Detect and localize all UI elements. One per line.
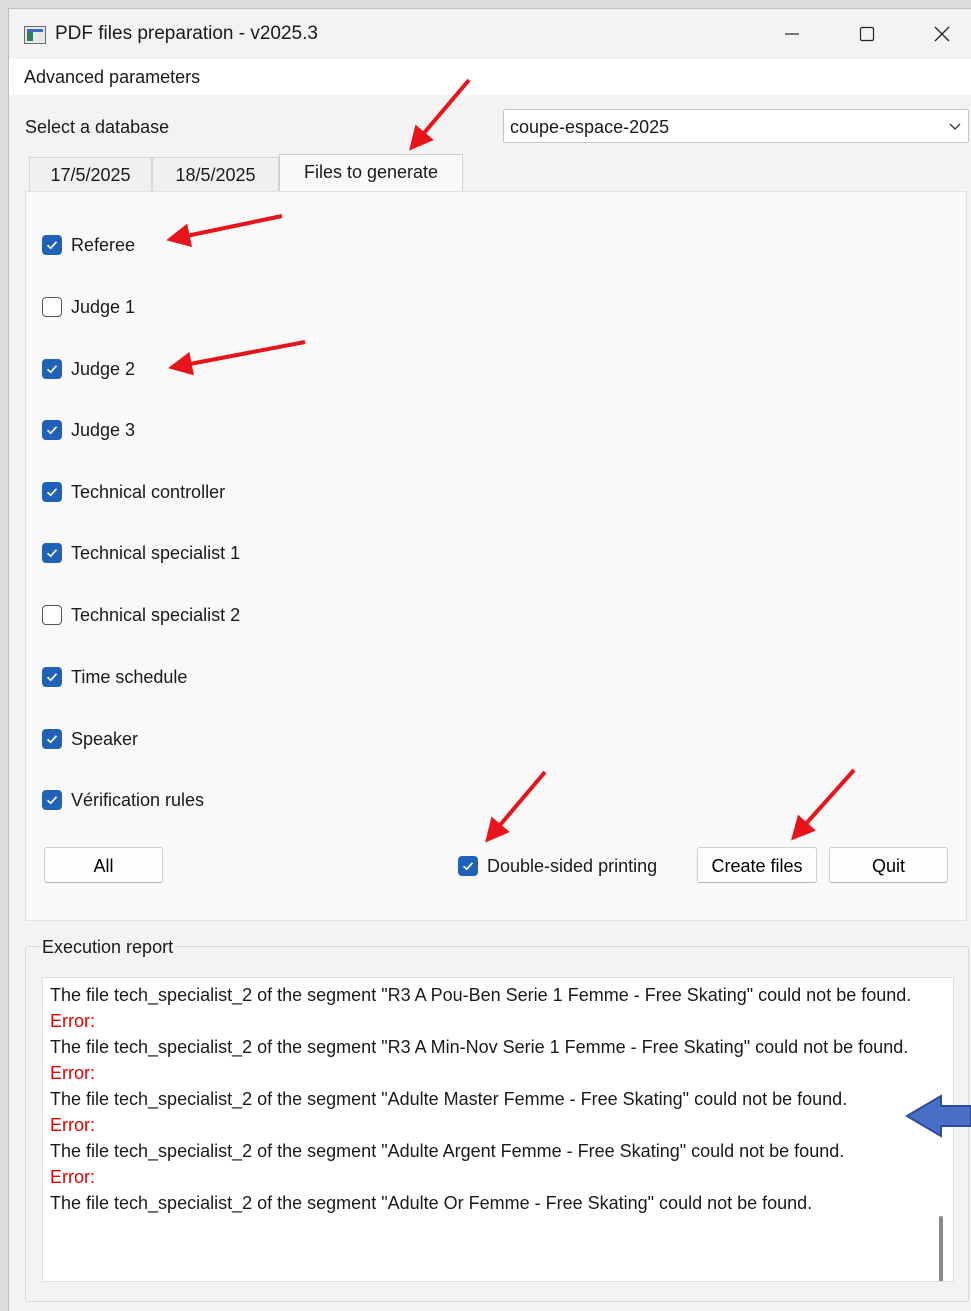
report-error-label: Error: bbox=[50, 1115, 95, 1135]
checkbox-checked-icon bbox=[42, 543, 62, 563]
checkbox-label: Speaker bbox=[71, 728, 139, 749]
report-line: The file tech_specialist_2 of the segmen… bbox=[50, 1037, 909, 1057]
menu-advanced-parameters[interactable]: Advanced parameters bbox=[24, 67, 200, 88]
checkbox-label: Judge 2 bbox=[71, 358, 136, 379]
checkbox-judge-2[interactable]: Judge 2 bbox=[42, 355, 135, 383]
report-error-label: Error: bbox=[50, 1011, 95, 1031]
checkbox-label: Judge 3 bbox=[71, 419, 136, 440]
minimize-button[interactable] bbox=[756, 9, 828, 59]
app-icon bbox=[24, 26, 46, 44]
checkbox-unchecked-icon bbox=[42, 297, 62, 317]
checkbox-checked-icon bbox=[42, 790, 62, 810]
checkbox-label: Referee bbox=[71, 234, 136, 255]
tab-17-5-2025[interactable]: 17/5/2025 bbox=[29, 157, 152, 192]
checkbox-referee[interactable]: Referee bbox=[42, 231, 135, 259]
checkbox-label: Technical specialist 1 bbox=[71, 542, 241, 563]
report-line: The file tech_specialist_2 of the segmen… bbox=[50, 1089, 848, 1109]
minimize-icon bbox=[785, 33, 799, 35]
checkbox-unchecked-icon bbox=[42, 605, 62, 625]
checkbox-verification-rules[interactable]: Vérification rules bbox=[42, 786, 204, 814]
checkbox-checked-icon bbox=[42, 359, 62, 379]
checkbox-checked-icon bbox=[458, 856, 478, 876]
title-bar[interactable]: PDF files preparation - v2025.3 bbox=[9, 9, 971, 59]
checkbox-label: Vérification rules bbox=[71, 789, 205, 810]
execution-report-title: Execution report bbox=[40, 937, 176, 958]
checkbox-checked-icon bbox=[42, 235, 62, 255]
quit-button[interactable]: Quit bbox=[829, 847, 948, 883]
tab-18-5-2025[interactable]: 18/5/2025 bbox=[152, 157, 279, 192]
create-files-button[interactable]: Create files bbox=[697, 847, 817, 883]
all-button[interactable]: All bbox=[44, 847, 163, 883]
files-panel: Referee Judge 1 Judge 2 Judge 3 Technica… bbox=[25, 191, 967, 921]
execution-report-log[interactable]: The file tech_specialist_2 of the segmen… bbox=[42, 977, 954, 1282]
app-window: PDF files preparation - v2025.3 Advanced… bbox=[8, 8, 971, 1311]
checkbox-checked-icon bbox=[42, 420, 62, 440]
window-title: PDF files preparation - v2025.3 bbox=[55, 23, 318, 44]
report-text: The file tech_specialist_2 of the segmen… bbox=[50, 982, 920, 1216]
menu-bar: Advanced parameters bbox=[9, 59, 971, 95]
close-button[interactable] bbox=[906, 9, 971, 59]
report-line: The file tech_specialist_2 of the segmen… bbox=[50, 1193, 813, 1213]
checkbox-label: Judge 1 bbox=[71, 296, 136, 317]
report-error-label: Error: bbox=[50, 1063, 95, 1083]
tab-files-to-generate[interactable]: Files to generate bbox=[279, 154, 463, 192]
checkbox-speaker[interactable]: Speaker bbox=[42, 725, 138, 753]
execution-report-group: Execution report The file tech_specialis… bbox=[25, 937, 969, 1302]
report-line: The file tech_specialist_2 of the segmen… bbox=[50, 1141, 845, 1161]
checkbox-double-sided-printing[interactable]: Double-sided printing bbox=[458, 852, 657, 880]
maximize-icon bbox=[859, 26, 875, 42]
database-select-value: coupe-espace-2025 bbox=[510, 117, 670, 137]
checkbox-label: Double-sided printing bbox=[487, 855, 658, 876]
checkbox-label: Technical controller bbox=[71, 481, 226, 502]
report-line: The file tech_specialist_2 of the segmen… bbox=[50, 985, 912, 1005]
maximize-button[interactable] bbox=[831, 9, 903, 59]
checkbox-judge-1[interactable]: Judge 1 bbox=[42, 293, 135, 321]
checkbox-judge-3[interactable]: Judge 3 bbox=[42, 416, 135, 444]
close-icon bbox=[934, 26, 950, 42]
report-scrollbar[interactable] bbox=[939, 1216, 943, 1281]
checkbox-checked-icon bbox=[42, 482, 62, 502]
checkbox-technical-controller[interactable]: Technical controller bbox=[42, 478, 225, 506]
checkbox-checked-icon bbox=[42, 729, 62, 749]
database-label: Select a database bbox=[25, 117, 170, 137]
database-select[interactable]: coupe-espace-2025 bbox=[503, 109, 969, 143]
checkbox-label: Technical specialist 2 bbox=[71, 604, 241, 625]
chevron-down-icon bbox=[949, 123, 961, 130]
checkbox-time-schedule[interactable]: Time schedule bbox=[42, 663, 187, 691]
checkbox-label: Time schedule bbox=[71, 666, 188, 687]
checkbox-technical-specialist-1[interactable]: Technical specialist 1 bbox=[42, 539, 240, 567]
checkbox-checked-icon bbox=[42, 667, 62, 687]
checkbox-technical-specialist-2[interactable]: Technical specialist 2 bbox=[42, 601, 240, 629]
report-error-label: Error: bbox=[50, 1167, 95, 1187]
